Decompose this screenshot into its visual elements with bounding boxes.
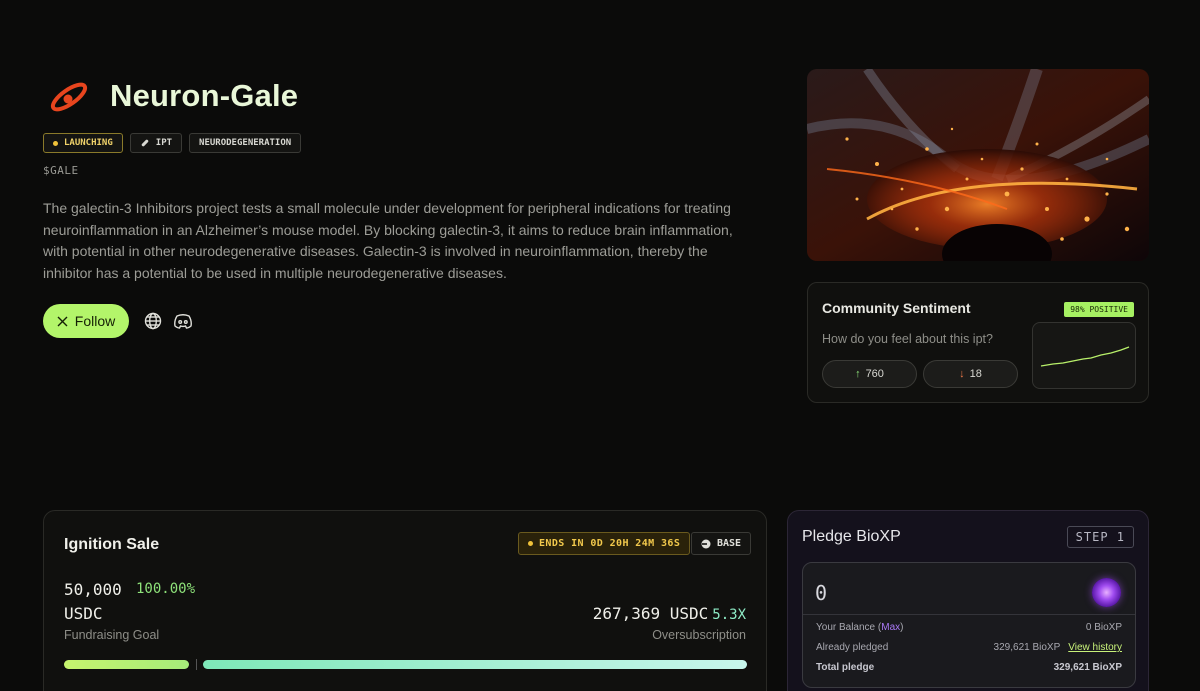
countdown-dot-icon — [528, 541, 533, 546]
goal-percent: 100.00% — [136, 581, 196, 597]
pledge-amount-input[interactable] — [815, 577, 1075, 609]
balance-label-group: Your Balance (Max) — [816, 622, 903, 633]
globe-icon — [144, 312, 162, 330]
x-logo-icon — [57, 316, 68, 326]
sentiment-title: Community Sentiment — [822, 300, 971, 316]
ipt-label: IPT — [155, 138, 173, 148]
category-tag: NEURODEGENERATION — [189, 133, 302, 153]
sentiment-sparkline — [1032, 322, 1136, 389]
already-pledged-row: Already pledged 329,621 BioXP View histor… — [816, 642, 1122, 653]
progress-divider — [196, 659, 197, 670]
arrow-up-icon: ↑ — [855, 368, 861, 380]
balance-row: Your Balance (Max) 0 BioXP — [816, 622, 1122, 633]
status-badge: LAUNCHING — [43, 133, 123, 153]
sale-title: Ignition Sale — [64, 536, 160, 553]
upvote-button[interactable]: ↑ 760 — [822, 360, 917, 388]
project-logo — [50, 82, 88, 112]
neuron-illustration — [807, 69, 1149, 261]
oversubscription-multiplier: 5.3X — [712, 607, 746, 623]
sparkline-chart — [1040, 346, 1130, 367]
balance-label-close: ) — [900, 622, 904, 633]
arrow-down-icon: ↓ — [959, 368, 965, 380]
pill-icon — [141, 139, 149, 147]
already-pledged-value: 329,621 BioXP — [993, 642, 1061, 653]
project-title: Neuron-Gale — [110, 78, 299, 113]
follow-label: Follow — [74, 313, 116, 329]
form-divider — [803, 614, 1135, 615]
base-chain-icon — [701, 539, 711, 548]
pledge-form: Your Balance (Max) 0 BioXP Already pledg… — [802, 562, 1136, 688]
oversubscription-label: Oversubscription — [652, 628, 746, 642]
countdown-text: ENDS IN 0D 20H 24M 36S — [539, 538, 681, 549]
total-pledge-label: Total pledge — [816, 662, 875, 673]
category-label: NEURODEGENERATION — [199, 138, 292, 148]
chain-label: BASE — [717, 538, 742, 549]
goal-progress-bar — [64, 660, 189, 669]
discord-icon — [174, 314, 192, 329]
oversubscription-progress-bar — [203, 660, 747, 669]
chain-badge: BASE — [691, 532, 752, 555]
follow-button[interactable]: Follow — [43, 304, 129, 338]
ipt-tag: IPT — [129, 133, 183, 153]
bioxp-token-icon — [1092, 578, 1121, 607]
discord-link[interactable] — [173, 311, 193, 331]
status-label: LAUNCHING — [64, 138, 113, 148]
goal-amount: 50,000 — [64, 580, 122, 599]
goal-currency: USDC — [64, 604, 103, 623]
countdown-badge: ENDS IN 0D 20H 24M 36S — [518, 532, 691, 555]
project-hero-image — [807, 69, 1149, 261]
raised-value: 267,369 USDC — [592, 604, 709, 623]
already-pledged-label: Already pledged — [816, 642, 889, 653]
downvote-count: 18 — [969, 368, 982, 380]
view-history-link[interactable]: View history — [1068, 642, 1122, 653]
balance-label: Your Balance ( — [816, 622, 882, 633]
goal-label: Fundraising Goal — [64, 628, 160, 642]
sentiment-question: How do you feel about this ipt? — [822, 332, 993, 346]
pledge-title: Pledge BioXP — [802, 528, 901, 545]
community-sentiment-card: Community Sentiment 98% POSITIVE How do … — [807, 282, 1149, 403]
pledge-bioxp-card: Pledge BioXP STEP 1 Your Balance (Max) 0… — [787, 510, 1149, 691]
ignition-sale-card: Ignition Sale ENDS IN 0D 20H 24M 36S BAS… — [43, 510, 767, 691]
total-pledge-row: Total pledge 329,621 BioXP — [816, 662, 1122, 673]
raised-amount: 267,369 USDC 5.3X — [593, 604, 746, 623]
positive-badge: 98% POSITIVE — [1064, 302, 1134, 317]
website-link[interactable] — [143, 311, 163, 331]
already-pledged-group: 329,621 BioXP View history — [994, 642, 1122, 653]
downvote-button[interactable]: ↓ 18 — [923, 360, 1018, 388]
step-badge: STEP 1 — [1066, 526, 1134, 548]
token-ticker: $GALE — [43, 164, 79, 177]
balance-value: 0 BioXP — [1085, 622, 1122, 633]
project-description: The galectin-3 Inhibitors project tests … — [43, 200, 733, 282]
total-pledge-value: 329,621 BioXP — [1053, 662, 1122, 673]
max-button[interactable]: Max — [881, 622, 900, 633]
tag-list: LAUNCHING IPT NEURODEGENERATION — [43, 133, 302, 153]
upvote-count: 760 — [865, 368, 884, 380]
status-dot-icon — [53, 140, 58, 146]
